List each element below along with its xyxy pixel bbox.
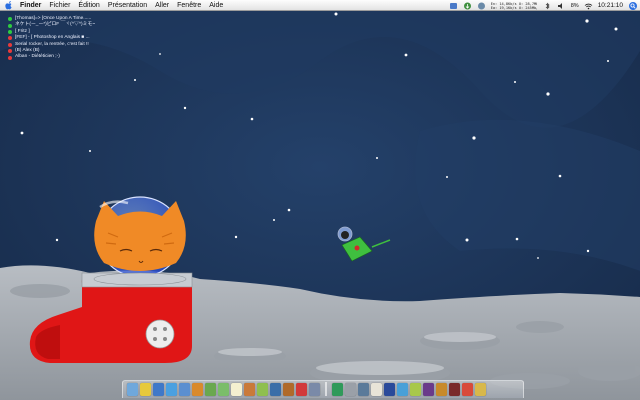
buddy-name: Alban - Diététicien ;-) — [15, 54, 60, 60]
book2-icon[interactable] — [384, 383, 395, 396]
jar-icon[interactable] — [283, 383, 294, 396]
bluetooth-icon[interactable] — [543, 2, 552, 10]
pie-icon[interactable] — [244, 383, 255, 396]
netstats-line-2: Ea: 19,1Kb/s U: 245Mb/s — [490, 5, 537, 10]
menu-fichier[interactable]: Fichier — [49, 0, 70, 11]
status-dot — [8, 42, 12, 47]
wifi-icon[interactable] — [584, 2, 593, 10]
box-icon[interactable] — [436, 383, 447, 396]
network-stats: En: 14,8Kb/s U: 28,7Mb/s Ea: 19,1Kb/s U:… — [491, 2, 537, 10]
status-dot — [8, 30, 12, 35]
buddy-list: [Thomas]=> [Once Upon A Time...... ネケト(ー… — [8, 16, 95, 61]
dock-separator — [325, 382, 327, 396]
volume-icon[interactable] — [557, 2, 566, 10]
folder-icon[interactable] — [332, 383, 343, 396]
lollipop-icon[interactable] — [296, 383, 307, 396]
desktop-wallpaper — [0, 11, 640, 400]
robot-icon[interactable] — [257, 383, 268, 396]
chat-icon[interactable] — [179, 383, 190, 396]
status-dot — [8, 49, 12, 54]
status-dot — [8, 55, 12, 60]
book3-icon[interactable] — [449, 383, 460, 396]
drive-icon[interactable] — [345, 383, 356, 396]
menu-aller[interactable]: Aller — [155, 0, 169, 11]
menu-aide[interactable]: Aide — [209, 0, 223, 11]
calendar-icon[interactable] — [371, 383, 382, 396]
menu-edition[interactable]: Édition — [78, 0, 99, 11]
pencil-icon[interactable] — [140, 383, 151, 396]
battery-level[interactable]: 8% — [571, 3, 579, 9]
menu-presentation[interactable]: Présentation — [108, 0, 147, 11]
image-icon[interactable] — [358, 383, 369, 396]
apple-icon[interactable] — [5, 0, 13, 10]
mail-icon[interactable] — [153, 383, 164, 396]
menu-bar: Finder Fichier Édition Présentation Alle… — [0, 0, 640, 11]
status-dot — [8, 17, 12, 22]
dock — [122, 380, 524, 398]
book-icon[interactable] — [218, 383, 229, 396]
doc-icon[interactable] — [397, 383, 408, 396]
mug-icon[interactable] — [410, 383, 421, 396]
netstats-line-1: En: 14,8Kb/s U: 28,7Mb/s — [490, 1, 537, 6]
trash-icon[interactable] — [475, 383, 486, 396]
menu-clock[interactable]: 10:21:10 — [598, 2, 623, 9]
download-icon[interactable] — [463, 2, 472, 10]
truck-icon[interactable] — [309, 383, 320, 396]
finder-icon[interactable] — [127, 383, 138, 396]
coffee-icon[interactable] — [192, 383, 203, 396]
leaf-icon[interactable] — [205, 383, 216, 396]
menu-fenetre[interactable]: Fenêtre — [177, 0, 201, 11]
safari-icon[interactable] — [166, 383, 177, 396]
buddy-item[interactable]: Alban - Diététicien ;-) — [8, 54, 95, 60]
sync-icon[interactable] — [477, 2, 486, 10]
status-dot — [8, 36, 12, 41]
tag-icon[interactable] — [462, 383, 473, 396]
spotlight-icon[interactable] — [629, 1, 637, 10]
status-dot — [8, 23, 12, 28]
notes-icon[interactable] — [231, 383, 242, 396]
script-menu-icon[interactable] — [449, 2, 458, 10]
film-icon[interactable] — [423, 383, 434, 396]
globe-icon[interactable] — [270, 383, 281, 396]
menu-finder[interactable]: Finder — [20, 0, 41, 11]
